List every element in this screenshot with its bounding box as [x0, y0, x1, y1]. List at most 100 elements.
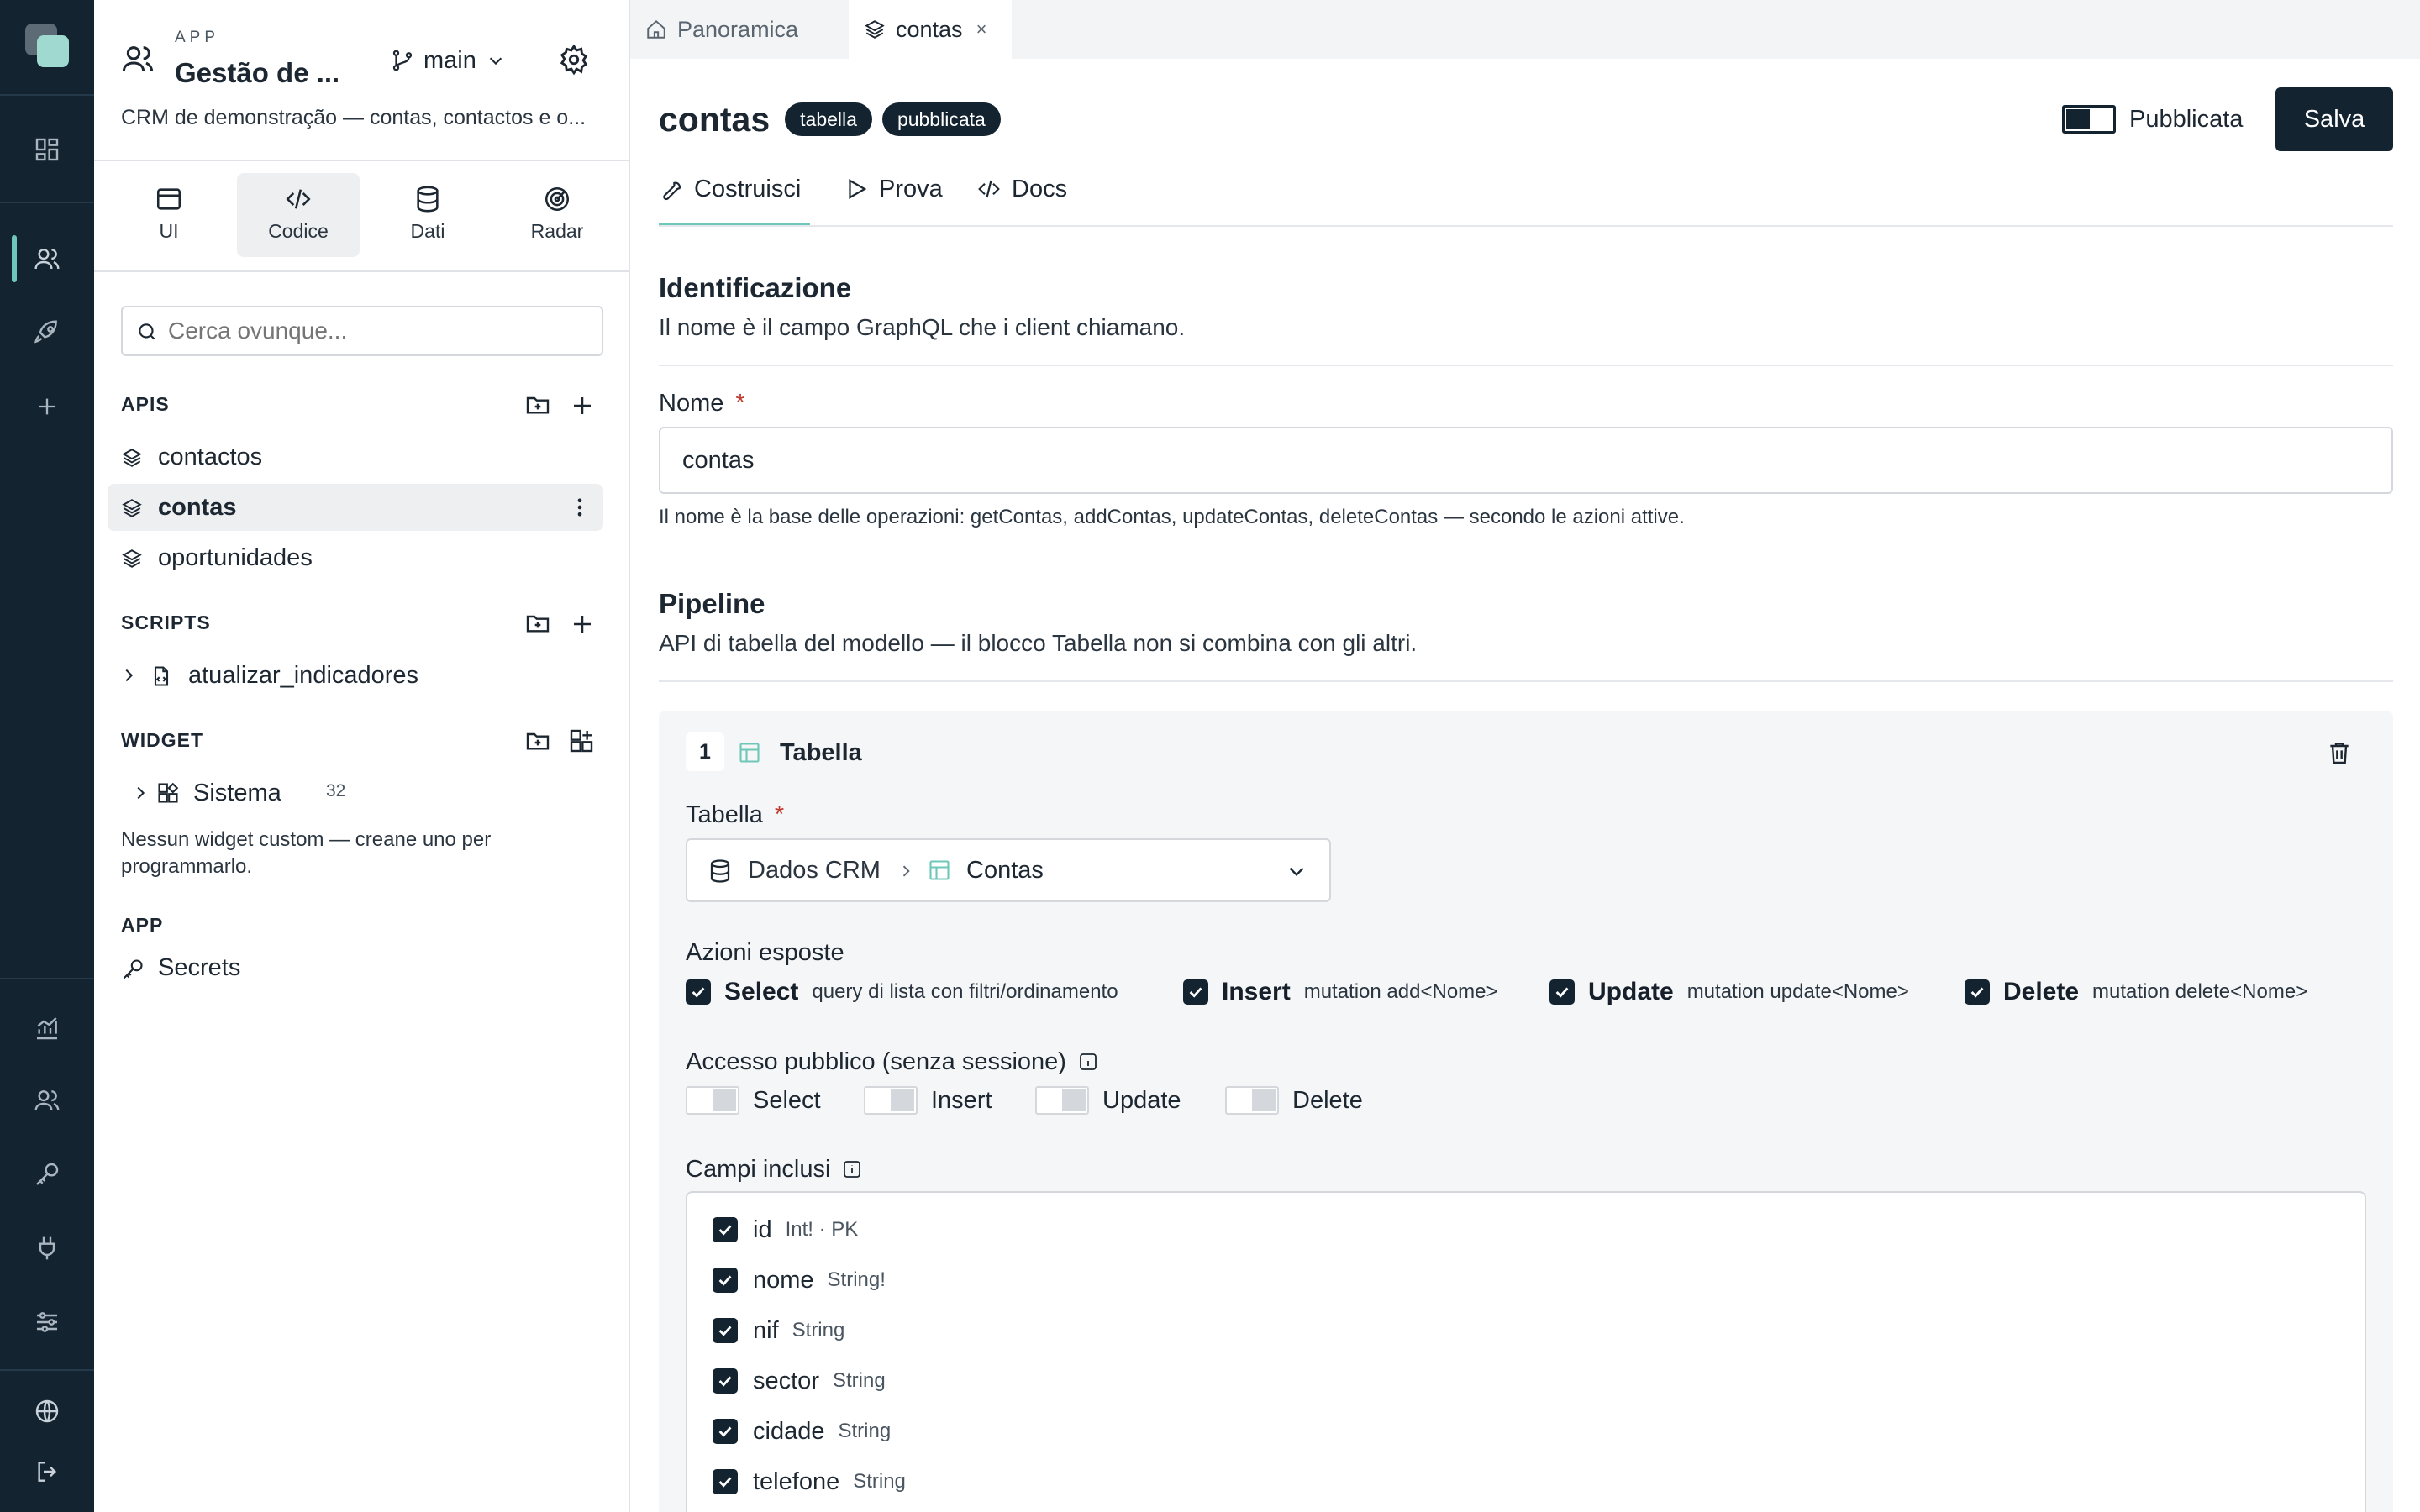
api-item-oportunidades[interactable]: oportunidades: [108, 534, 603, 581]
check-icon[interactable]: [713, 1217, 738, 1242]
check-icon[interactable]: [713, 1469, 738, 1494]
field-row[interactable]: cidade String: [713, 1415, 891, 1448]
script-item-atualizar-indicadores[interactable]: atualizar_indicadores: [108, 652, 603, 699]
check-icon[interactable]: [713, 1268, 738, 1293]
page-title: contas: [659, 99, 771, 139]
action-insert[interactable]: Insert mutation add<Nome>: [1183, 978, 1498, 1006]
add-api-plus-icon[interactable]: [570, 393, 595, 418]
public-access-label: Accesso pubblico (senza sessione): [686, 1047, 1098, 1077]
secrets-item[interactable]: Secrets: [108, 944, 603, 991]
close-tab-icon[interactable]: ×: [976, 18, 987, 40]
mode-radar[interactable]: Radar: [496, 173, 618, 257]
widgets-icon: [156, 781, 180, 805]
code-icon: [976, 176, 1002, 202]
mode-data[interactable]: Dati: [366, 173, 489, 257]
settings-gear-icon[interactable]: [558, 44, 590, 76]
git-branch-icon: [390, 48, 415, 73]
new-folder-icon[interactable]: [524, 391, 551, 418]
toggle-switch[interactable]: [1225, 1086, 1279, 1115]
layers-icon: [121, 497, 143, 519]
key-icon[interactable]: [24, 1151, 71, 1198]
check-icon[interactable]: [713, 1368, 738, 1394]
action-select[interactable]: Select query di lista con filtri/ordinam…: [686, 978, 1118, 1006]
sliders-icon[interactable]: [24, 1299, 71, 1346]
add-script-plus-icon[interactable]: [570, 612, 595, 637]
public-select-toggle[interactable]: Select: [686, 1085, 821, 1116]
name-input[interactable]: contas: [659, 427, 2393, 494]
app-name[interactable]: Gestão de ...: [175, 57, 339, 89]
publish-label: Pubblicata: [2129, 105, 2244, 133]
publish-switch[interactable]: [2062, 105, 2116, 134]
dashboard-icon[interactable]: [24, 126, 71, 173]
subtab-docs[interactable]: Docs: [976, 165, 1067, 213]
plus-icon[interactable]: [24, 383, 71, 430]
plug-icon[interactable]: [24, 1225, 71, 1272]
toggle-switch[interactable]: [864, 1086, 918, 1115]
branch-selector[interactable]: main: [390, 42, 505, 79]
search-input[interactable]: [168, 316, 588, 346]
search-box[interactable]: [121, 306, 603, 356]
toggle-switch[interactable]: [1035, 1086, 1089, 1115]
widget-group-sistema[interactable]: Sistema 32: [121, 769, 603, 816]
info-icon[interactable]: [1078, 1052, 1098, 1072]
app-logo-icon[interactable]: [24, 22, 71, 69]
users-icon[interactable]: [24, 1077, 71, 1124]
mode-ui[interactable]: UI: [108, 173, 230, 257]
action-delete[interactable]: Delete mutation delete<Nome>: [1965, 978, 2307, 1006]
pipeline-title: Pipeline: [659, 588, 765, 619]
check-icon[interactable]: [1183, 979, 1208, 1005]
app-caption: APP: [175, 29, 220, 46]
publish-toggle[interactable]: Pubblicata: [2062, 104, 2243, 134]
toggle-switch[interactable]: [686, 1086, 739, 1115]
api-item-label: oportunidades: [158, 543, 313, 571]
table-select[interactable]: Dados CRM Contas: [686, 838, 1331, 902]
api-item-contactos[interactable]: contactos: [108, 433, 603, 480]
key-icon: [121, 958, 145, 981]
public-update-toggle[interactable]: Update: [1035, 1085, 1181, 1116]
tab-overview[interactable]: Panoramica: [630, 0, 849, 59]
more-vertical-icon[interactable]: [573, 496, 587, 519]
new-folder-icon[interactable]: [524, 727, 551, 754]
logout-icon[interactable]: [24, 1448, 71, 1495]
check-icon[interactable]: [1549, 979, 1575, 1005]
rocket-icon[interactable]: [24, 309, 71, 356]
app-rail: [0, 0, 94, 1512]
tab-contas[interactable]: contas ×: [849, 0, 1012, 59]
globe-icon[interactable]: [24, 1388, 71, 1435]
chevron-down-icon: [1286, 860, 1307, 882]
check-icon[interactable]: [713, 1318, 738, 1343]
database-icon: [708, 858, 733, 884]
action-update[interactable]: Update mutation update<Nome>: [1549, 978, 1909, 1006]
chart-icon[interactable]: [24, 1005, 71, 1052]
rail-active-indicator: [12, 235, 17, 282]
public-delete-toggle[interactable]: Delete: [1225, 1085, 1363, 1116]
field-row[interactable]: nome String!: [713, 1263, 886, 1297]
mode-code[interactable]: Codice: [237, 173, 360, 257]
public-insert-toggle[interactable]: Insert: [864, 1085, 992, 1116]
subtab-build[interactable]: Costruisci: [659, 165, 801, 213]
play-icon: [844, 176, 869, 202]
subtab-test[interactable]: Prova: [844, 165, 943, 213]
trash-icon[interactable]: [2326, 739, 2353, 766]
check-icon[interactable]: [1965, 979, 1990, 1005]
check-icon[interactable]: [713, 1419, 738, 1444]
users-icon[interactable]: [24, 235, 71, 282]
field-row[interactable]: id Int! · PK: [713, 1213, 858, 1247]
info-icon[interactable]: [842, 1159, 862, 1179]
save-button[interactable]: Salva: [2275, 87, 2393, 151]
check-icon[interactable]: [686, 979, 711, 1005]
subtab-docs-label: Docs: [1012, 175, 1068, 202]
new-folder-icon[interactable]: [524, 610, 551, 637]
chevron-right-icon[interactable]: [131, 783, 150, 803]
api-item-contas[interactable]: contas: [108, 484, 603, 531]
field-row[interactable]: telefone String: [713, 1465, 906, 1499]
table-icon: [928, 858, 951, 882]
subtab-test-label: Prova: [879, 175, 943, 202]
tab-bar: Panoramica contas ×: [630, 0, 2420, 59]
chevron-right-icon[interactable]: [119, 665, 138, 685]
sidebar: APP Gestão de ... main CRM de demonstraç…: [94, 0, 630, 1512]
field-row[interactable]: nif String: [713, 1314, 844, 1347]
add-widget-icon[interactable]: [568, 727, 595, 754]
field-row[interactable]: sector String: [713, 1364, 886, 1398]
radar-icon: [543, 185, 571, 213]
